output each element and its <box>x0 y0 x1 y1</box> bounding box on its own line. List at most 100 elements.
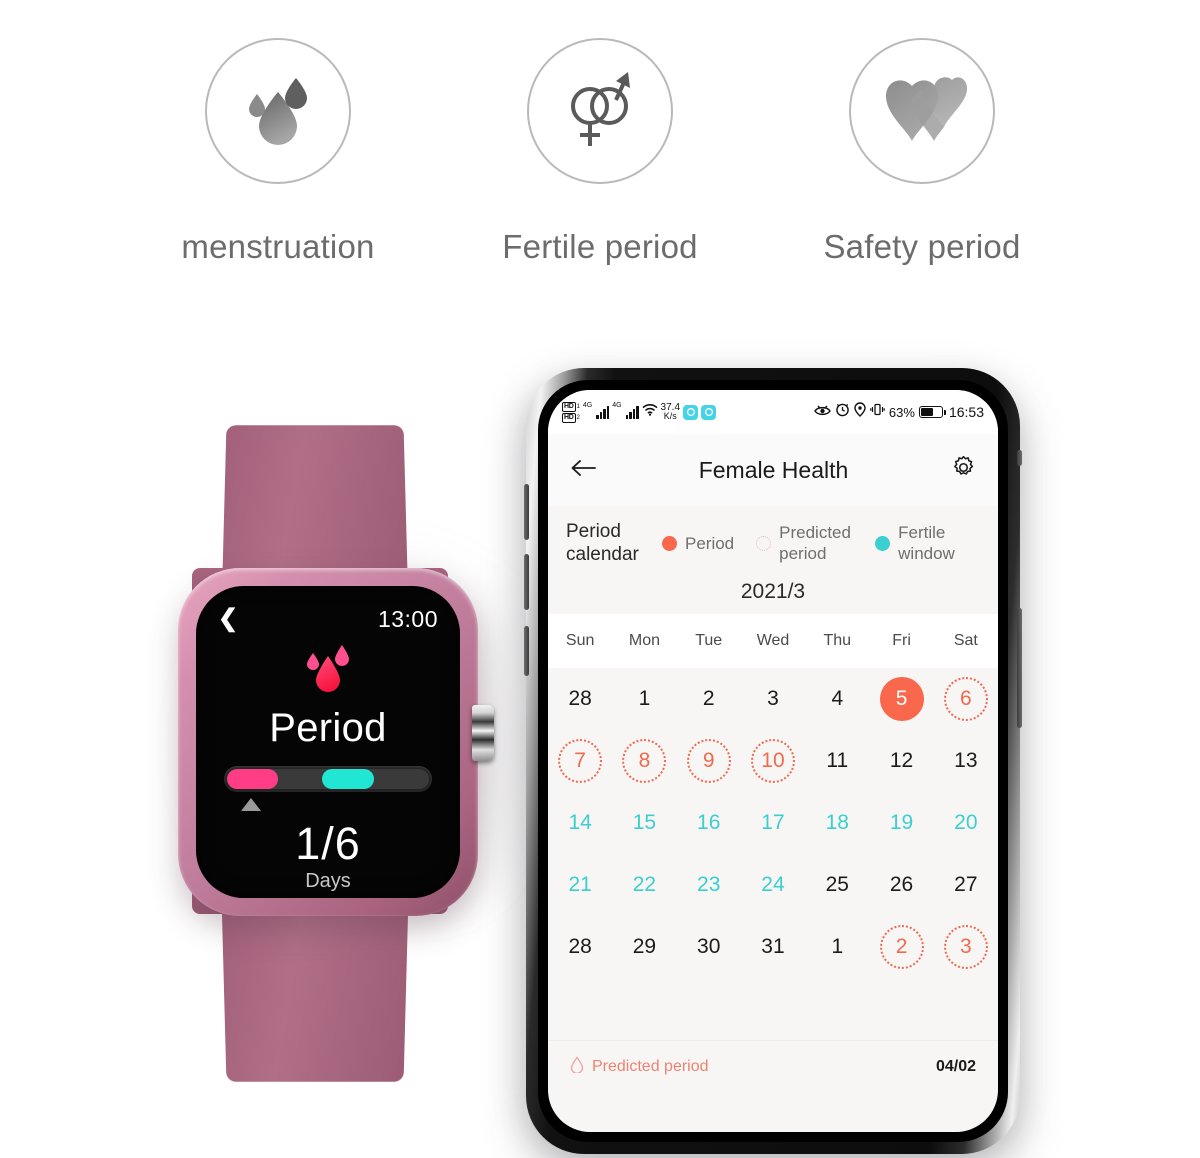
calendar-cell[interactable]: 12 <box>869 730 933 792</box>
calendar-day-31[interactable]: 31 <box>751 925 795 969</box>
power-button-right[interactable] <box>1017 608 1022 728</box>
calendar-day-1[interactable]: 1 <box>815 925 859 969</box>
calendar-cell[interactable]: 4 <box>805 668 869 730</box>
calendar-day-17[interactable]: 17 <box>751 801 795 845</box>
calendar-day-22[interactable]: 22 <box>622 863 666 907</box>
calendar-day-27[interactable]: 27 <box>944 863 988 907</box>
calendar-day-26[interactable]: 26 <box>880 863 924 907</box>
weekday-tue: Tue <box>695 632 723 649</box>
calendar-cell[interactable]: 19 <box>869 792 933 854</box>
watch-screen: ❮ 13:00 Period 1/6 Days <box>196 586 460 898</box>
calendar-day-24[interactable]: 24 <box>751 863 795 907</box>
calendar-cell[interactable]: 24 <box>741 854 805 916</box>
watch-statusbar: ❮ 13:00 <box>196 602 460 636</box>
calendar-day-23[interactable]: 23 <box>687 863 731 907</box>
calendar-day-12[interactable]: 12 <box>880 739 924 783</box>
network-type-label: 4G <box>612 401 622 409</box>
calendar-cell[interactable]: 20 <box>934 792 998 854</box>
calendar-day-4[interactable]: 4 <box>815 677 859 721</box>
weekday-fri: Fri <box>892 632 911 649</box>
calendar-day-3[interactable]: 3 <box>751 677 795 721</box>
progress-marker-icon <box>241 798 262 811</box>
calendar-cell[interactable]: 13 <box>934 730 998 792</box>
calendar-cell[interactable]: 2 <box>869 916 933 978</box>
calendar-cell[interactable]: 29 <box>612 916 676 978</box>
gear-icon[interactable] <box>951 455 976 485</box>
page-title: Female Health <box>698 456 849 483</box>
calendar-cell[interactable]: 3 <box>934 916 998 978</box>
smartwatch: ❮ 13:00 Period 1/6 Days <box>120 400 560 1082</box>
weekday-sat: Sat <box>953 632 978 649</box>
feature-icon-circle <box>527 38 673 184</box>
calendar-cell[interactable]: 1 <box>612 668 676 730</box>
calendar-cell[interactable]: 30 <box>677 916 741 978</box>
calendar-cell[interactable]: 1 <box>805 916 869 978</box>
calendar-day-1[interactable]: 1 <box>622 677 666 721</box>
calendar-day-3[interactable]: 3 <box>943 925 988 969</box>
feature-safety-period: Safety period <box>761 0 1083 266</box>
weekday-sun: Sun <box>565 632 595 649</box>
calendar-cell[interactable]: 14 <box>548 792 612 854</box>
progress-segment-period <box>227 769 278 789</box>
calendar-cell[interactable]: 8 <box>612 730 676 792</box>
calendar-cell[interactable]: 21 <box>548 854 612 916</box>
calendar-day-20[interactable]: 20 <box>944 801 988 845</box>
back-arrow-icon[interactable] <box>570 458 596 483</box>
calendar-grid[interactable]: 28 1 2 3 4 5 6 7 8 9 10 11 12 13 14 15 16 17 18 19 20 21 22 23 2… <box>548 668 998 978</box>
calendar-cell[interactable]: 15 <box>612 792 676 854</box>
calendar-cell[interactable]: 25 <box>805 854 869 916</box>
feature-fertile-period: Fertile period <box>439 0 761 266</box>
calendar-cell[interactable]: 3 <box>741 668 805 730</box>
calendar-day-30[interactable]: 30 <box>687 925 731 969</box>
calendar-cell[interactable]: 23 <box>677 854 741 916</box>
calendar-day-5[interactable]: 5 <box>879 677 924 721</box>
calendar-cell[interactable]: 10 <box>741 730 805 792</box>
calendar-day-28[interactable]: 28 <box>558 677 602 721</box>
calendar-day-2[interactable]: 2 <box>687 677 731 721</box>
calendar-day-14[interactable]: 14 <box>558 801 602 845</box>
chevron-left-icon[interactable]: ❮ <box>218 607 238 631</box>
calendar-cell[interactable]: 6 <box>934 668 998 730</box>
calendar-day-8[interactable]: 8 <box>622 739 667 783</box>
volume-up-button[interactable] <box>524 484 529 540</box>
calendar-cell[interactable]: 2 <box>677 668 741 730</box>
calendar-day-15[interactable]: 15 <box>622 801 666 845</box>
calendar-day-9[interactable]: 9 <box>686 739 731 783</box>
calendar-cell[interactable]: 26 <box>869 854 933 916</box>
calendar-day-21[interactable]: 21 <box>558 863 602 907</box>
calendar-day-18[interactable]: 18 <box>815 801 859 845</box>
calendar-cell[interactable]: 17 <box>741 792 805 854</box>
calendar-day-6[interactable]: 6 <box>943 677 988 721</box>
calendar-day-10[interactable]: 10 <box>750 739 795 783</box>
progress-track <box>227 769 429 789</box>
hd-sim-number: 2 <box>576 414 580 421</box>
calendar-cell[interactable]: 27 <box>934 854 998 916</box>
calendar-day-13[interactable]: 13 <box>944 739 988 783</box>
calendar-cell[interactable]: 9 <box>677 730 741 792</box>
calendar-day-19[interactable]: 19 <box>880 801 924 845</box>
calendar-day-28[interactable]: 28 <box>558 925 602 969</box>
watch-screen-title: Period <box>269 706 387 750</box>
volume-down-button[interactable] <box>524 554 529 610</box>
legend-label: Predicted period <box>779 523 851 563</box>
calendar-cell[interactable]: 7 <box>548 730 612 792</box>
calendar-cell[interactable]: 5 <box>869 668 933 730</box>
calendar-day-29[interactable]: 29 <box>622 925 666 969</box>
calendar-day-16[interactable]: 16 <box>687 801 731 845</box>
calendar-cell[interactable]: 16 <box>677 792 741 854</box>
calendar-day-25[interactable]: 25 <box>815 863 859 907</box>
calendar-day-7[interactable]: 7 <box>558 739 603 783</box>
calendar-cell[interactable]: 28 <box>548 668 612 730</box>
hd-badge: HD <box>562 412 576 423</box>
calendar-cell[interactable]: 31 <box>741 916 805 978</box>
watch-crown-button[interactable] <box>472 705 494 761</box>
calendar-weekday-header: Sun Mon Tue Wed Thu Fri Sat <box>548 614 998 668</box>
calendar-day-2[interactable]: 2 <box>879 925 924 969</box>
calendar-cell[interactable]: 11 <box>805 730 869 792</box>
calendar-day-11[interactable]: 11 <box>815 739 859 783</box>
calendar-cell[interactable]: 18 <box>805 792 869 854</box>
calendar-cell[interactable]: 22 <box>612 854 676 916</box>
power-button-left[interactable] <box>524 626 529 676</box>
progress-segment-fertile <box>321 769 375 789</box>
calendar-cell[interactable]: 28 <box>548 916 612 978</box>
